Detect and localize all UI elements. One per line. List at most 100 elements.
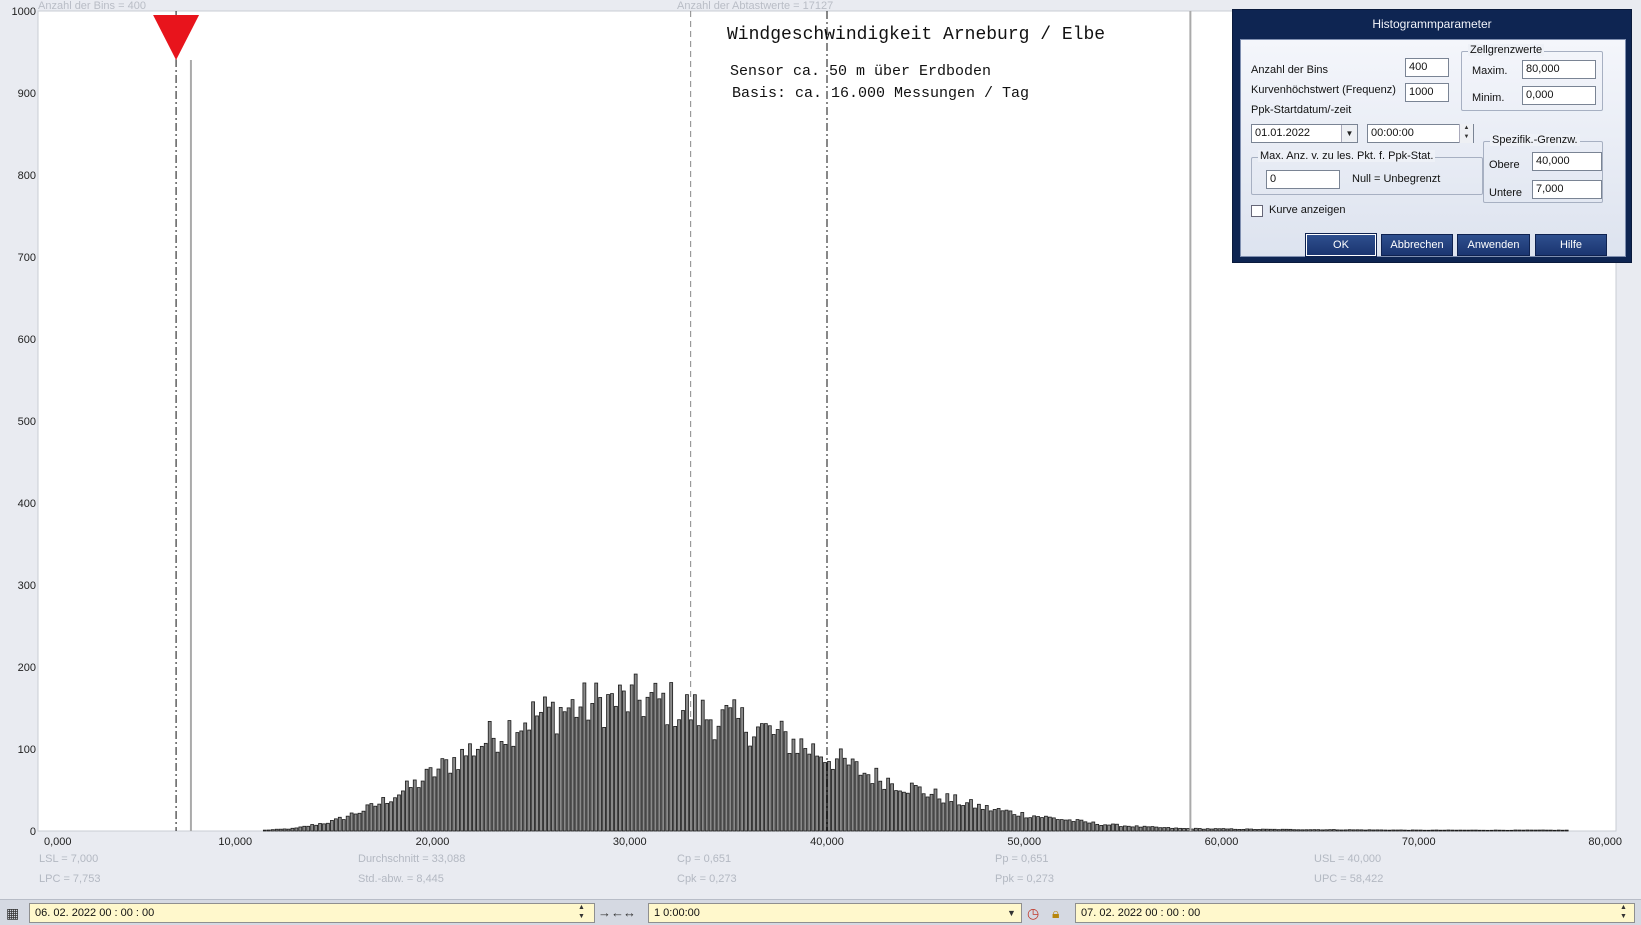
histogram-bar — [973, 807, 977, 832]
start-date-dropdown[interactable]: 01.01.2022 ▼ — [1251, 124, 1358, 143]
calendar-icon[interactable]: ▦ — [6, 904, 19, 922]
histogram-bar — [1028, 817, 1033, 832]
histogram-bar — [475, 748, 480, 832]
histogram-bar — [1316, 829, 1321, 832]
end-spinner-icon[interactable]: ▲ ▼ — [1620, 903, 1627, 921]
histogram-bar — [1478, 829, 1482, 832]
histogram-bar — [827, 761, 831, 832]
histogram-bar — [274, 828, 279, 832]
histogram-bar — [787, 753, 792, 832]
histogram-bar — [452, 757, 457, 832]
histogram-bar — [744, 731, 749, 832]
show-curve-checkbox[interactable] — [1251, 205, 1263, 217]
histogram-bar — [945, 793, 950, 832]
histogram-bar — [1067, 819, 1072, 832]
histogram-bar — [550, 701, 555, 832]
bins-input[interactable]: 400 — [1405, 58, 1449, 77]
histogram-bar — [1138, 826, 1143, 832]
stat-std: Std.-abw. = 8,445 — [358, 873, 444, 885]
histogram-bar — [815, 755, 820, 832]
zoom-out-arrows-icon[interactable]: ↔ — [623, 904, 636, 922]
curve-max-input[interactable]: 1000 — [1405, 83, 1449, 102]
histogram-bar — [1150, 826, 1155, 832]
histogram-bar — [1016, 815, 1021, 832]
histogram-bar — [1193, 827, 1198, 832]
zoom-in-arrows-icon[interactable]: →← — [598, 904, 624, 922]
histogram-bar — [740, 707, 745, 832]
histogram-bar — [345, 815, 350, 832]
chevron-down-icon[interactable]: ▼ — [1007, 904, 1016, 922]
max-points-group: Max. Anz. v. zu les. Pkt. f. Ppk-Stat. 0… — [1251, 150, 1483, 195]
histogram-bar — [412, 779, 417, 832]
start-time-input[interactable]: 00:00:00 ▲ ▼ — [1367, 124, 1474, 143]
min-input[interactable]: 0,000 — [1522, 86, 1596, 105]
histogram-bar — [432, 776, 437, 832]
y-tick-label: 100 — [18, 744, 36, 756]
histogram-bar — [1245, 828, 1250, 832]
histogram-bar — [1541, 829, 1545, 832]
histogram-bar — [1261, 828, 1265, 832]
lower-limit-input[interactable]: 7,000 — [1532, 180, 1602, 199]
cancel-button[interactable]: Abbrechen — [1381, 234, 1453, 256]
histogram-bar — [322, 823, 326, 832]
upper-limit-input[interactable]: 40,000 — [1532, 152, 1602, 171]
min-label: Minim. — [1472, 92, 1505, 104]
histogram-bar — [1115, 823, 1119, 832]
histogram-bar — [282, 828, 287, 832]
histogram-bar — [625, 711, 630, 832]
histogram-bar — [1237, 829, 1242, 832]
curve-max-label: Kurvenhöchstwert (Frequenz) — [1251, 84, 1396, 96]
histogram-bar — [1328, 829, 1332, 832]
histogram-bar — [736, 717, 741, 832]
start-datetime-field[interactable]: 06. 02. 2022 00 : 00 : 00 — [29, 903, 595, 923]
cell-limits-title: Zellgrenzwerte — [1468, 44, 1545, 56]
histogram-bar — [574, 716, 579, 832]
histogram-bar — [566, 707, 571, 832]
histogram-bar — [898, 790, 902, 832]
histogram-bar — [1288, 828, 1293, 832]
histogram-bar — [854, 761, 859, 832]
histogram-bar — [1560, 829, 1565, 832]
max-points-input[interactable]: 0 — [1266, 170, 1340, 189]
ppk-start-label: Ppk-Startdatum/-zeit — [1251, 104, 1352, 116]
histogram-bar — [977, 803, 981, 832]
lock-icon[interactable]: 🔒︎ — [1052, 904, 1059, 922]
chevron-down-icon[interactable]: ▼ — [1341, 125, 1357, 142]
histogram-bar — [270, 829, 275, 832]
histogram-bar — [1300, 829, 1305, 832]
histogram-bar — [1063, 819, 1068, 832]
histogram-bar — [610, 693, 614, 832]
start-spinner-icon[interactable]: ▲ ▼ — [578, 903, 585, 921]
histogram-bar — [1391, 829, 1395, 832]
histogram-bar — [1095, 823, 1100, 832]
end-datetime-field[interactable]: 07. 02. 2022 00 : 00 : 00 — [1075, 903, 1635, 923]
help-button[interactable]: Hilfe — [1535, 234, 1607, 256]
histogram-bar — [570, 699, 575, 832]
histogram-bar — [842, 757, 847, 832]
histogram-bar — [479, 745, 484, 832]
histogram-bar — [1040, 817, 1044, 832]
clock-icon[interactable]: ◷ — [1027, 904, 1039, 922]
ok-button[interactable]: OK — [1305, 233, 1377, 257]
apply-button[interactable]: Anwenden — [1457, 234, 1530, 256]
y-tick-label: 900 — [18, 88, 36, 100]
time-spinner-icon[interactable]: ▲ ▼ — [1459, 124, 1473, 143]
histogram-bar — [1379, 829, 1384, 832]
histogram-bar — [1403, 829, 1407, 832]
histogram-bar — [1036, 816, 1040, 832]
histogram-bar — [408, 787, 413, 832]
histogram-bar — [980, 808, 985, 832]
interval-dropdown[interactable]: 1 0:00:00 — [648, 903, 1022, 923]
histogram-bar — [381, 797, 386, 832]
histogram-bar — [333, 818, 338, 832]
histogram-bar — [1217, 828, 1222, 832]
bins-label: Anzahl der Bins — [1251, 64, 1329, 76]
histogram-bar — [1122, 825, 1127, 832]
histogram-bar — [266, 829, 271, 832]
histogram-bar — [1481, 829, 1486, 832]
histogram-bar — [677, 719, 681, 832]
y-tick-label: 600 — [18, 334, 36, 346]
max-input[interactable]: 80,000 — [1522, 60, 1596, 79]
start-date-value: 01.01.2022 — [1255, 127, 1311, 139]
histogram-bar — [262, 829, 267, 832]
